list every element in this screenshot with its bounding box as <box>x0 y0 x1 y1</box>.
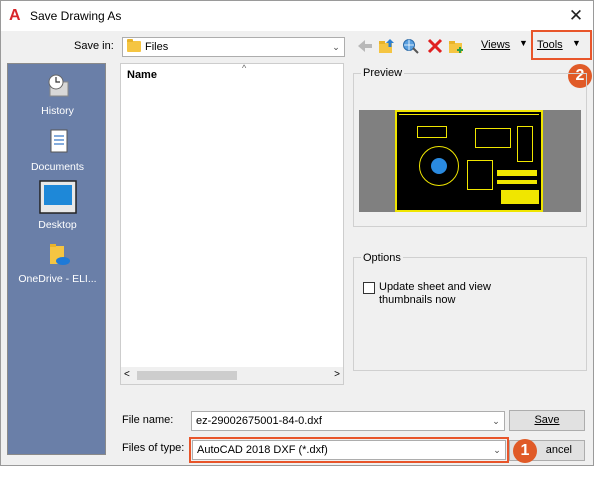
scroll-left-icon[interactable]: < <box>124 369 130 380</box>
callout-badge-1: 1 <box>513 439 537 463</box>
place-onedrive[interactable]: OneDrive - ELI... <box>8 240 107 294</box>
save-in-value: Files <box>145 41 169 53</box>
file-name-value: ez-29002675001-84-0.dxf <box>196 415 322 427</box>
horizontal-scrollbar[interactable]: < > <box>121 367 343 384</box>
drawing-preview-image <box>359 110 581 212</box>
delete-icon[interactable] <box>426 38 444 54</box>
place-documents[interactable]: Documents <box>8 128 107 182</box>
documents-icon <box>50 129 68 153</box>
chevron-down-icon[interactable]: ⌄ <box>488 412 504 430</box>
back-arrow-icon[interactable] <box>356 38 374 54</box>
options-label: Options <box>361 252 403 264</box>
file-type-dropdown[interactable]: AutoCAD 2018 DXF (*.dxf) ⌄ <box>192 440 506 460</box>
file-name-input[interactable]: ez-29002675001-84-0.dxf ⌄ <box>191 411 505 431</box>
save-in-label: Save in: <box>74 40 114 52</box>
save-button[interactable]: Save <box>509 410 585 431</box>
save-button-label: Save <box>534 414 560 426</box>
sort-ascending-icon: ^ <box>242 63 247 73</box>
place-desktop-label: Desktop <box>38 219 77 231</box>
chevron-down-icon: ⌄ <box>332 42 340 52</box>
options-group <box>353 257 587 371</box>
preview-label: Preview <box>361 67 405 79</box>
update-thumbnails-checkbox[interactable] <box>363 282 375 294</box>
cancel-button-label: ancel <box>545 444 572 456</box>
column-name-header[interactable]: Name <box>127 69 157 81</box>
file-type-value: AutoCAD 2018 DXF (*.dxf) <box>197 444 328 456</box>
place-history[interactable]: History <box>8 72 107 126</box>
title-bar: A Save Drawing As ✕ <box>1 1 593 31</box>
tools-caret-icon[interactable]: ▼ <box>572 38 581 48</box>
drawing-thumbnail <box>395 110 543 212</box>
tools-menu[interactable]: Tools <box>537 39 563 51</box>
save-drawing-dialog: A Save Drawing As ✕ Save in: Files ⌄ Vie… <box>0 0 594 466</box>
search-web-icon[interactable] <box>402 38 420 54</box>
place-documents-label: Documents <box>30 161 85 173</box>
up-folder-icon[interactable] <box>378 38 396 54</box>
window-title: Save Drawing As <box>30 9 122 23</box>
file-list[interactable]: Name ^ < > <box>120 63 344 385</box>
places-bar: History Documents Desktop OneDrive - ELI… <box>7 63 106 455</box>
new-folder-icon[interactable] <box>448 38 466 54</box>
desktop-icon <box>39 180 77 214</box>
place-history-label: History <box>41 105 74 117</box>
chevron-down-icon[interactable]: ⌄ <box>489 441 505 459</box>
place-desktop[interactable]: Desktop <box>8 180 107 238</box>
history-icon <box>48 74 69 97</box>
scroll-right-icon[interactable]: > <box>334 369 340 380</box>
update-thumbnails-label: Update sheet and view thumbnails now <box>379 281 491 306</box>
views-caret-icon[interactable]: ▼ <box>519 38 528 48</box>
autocad-app-icon: A <box>9 7 21 24</box>
scrollbar-thumb[interactable] <box>137 371 237 380</box>
views-menu[interactable]: Views <box>481 39 510 51</box>
file-name-label: File name: <box>122 414 174 426</box>
place-onedrive-label: OneDrive - ELI... <box>18 273 97 285</box>
folder-icon <box>127 39 141 52</box>
onedrive-folder-icon <box>50 244 70 265</box>
close-icon[interactable]: ✕ <box>565 5 587 27</box>
save-in-dropdown[interactable]: Files ⌄ <box>122 37 345 57</box>
file-type-label: Files of type: <box>122 442 185 454</box>
